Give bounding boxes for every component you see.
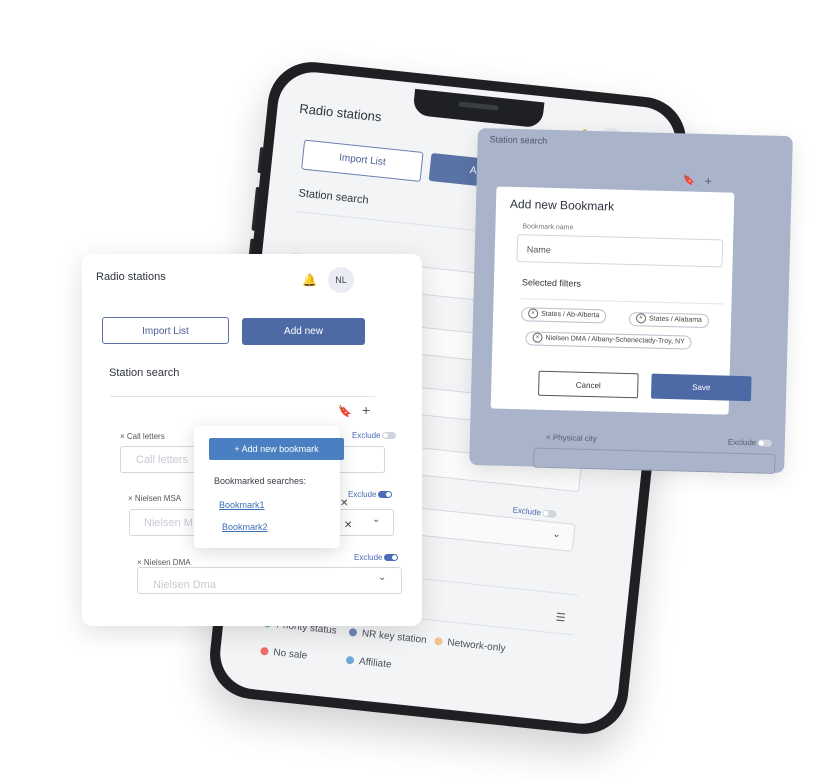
cancel-button[interactable]: Cancel [538, 370, 639, 399]
add-new-bookmark-button[interactable]: + Add new bookmark [209, 438, 344, 460]
exclude-toggle[interactable]: Exclude [512, 505, 558, 519]
field-placeholder: Call letters [136, 454, 188, 466]
bookmark-icon[interactable]: 🔖 [683, 175, 696, 186]
field-label: × Call letters [120, 432, 165, 441]
toggle-switch[interactable] [542, 509, 558, 519]
dialog-title: Add new Bookmark [509, 196, 615, 214]
close-icon[interactable]: × [635, 313, 647, 324]
field-label: × Nielsen DMA [137, 558, 191, 567]
add-new-button[interactable]: Add new [242, 318, 365, 345]
legend-item: No sale [260, 646, 308, 662]
field-placeholder: Nielsen Dma [153, 579, 216, 591]
chevron-down-icon[interactable]: ⌄ [372, 514, 380, 525]
bookmarked-searches-heading: Bookmarked searches: [214, 476, 307, 486]
exclude-label: Exclude [348, 490, 377, 499]
bookmark-name-input[interactable]: Name [516, 234, 724, 268]
legend-dot [434, 637, 443, 647]
exclude-toggle[interactable]: Exclude [354, 553, 399, 562]
import-list-button[interactable]: Import List [301, 139, 424, 182]
save-button[interactable]: Save [650, 373, 752, 402]
exclude-label: Exclude [727, 437, 757, 448]
phone-app-title: Radio stations [298, 100, 383, 125]
filter-chip[interactable]: × Nielsen DMA / Albany-Schenectady-Troy, … [525, 331, 692, 350]
station-search-title: Station search [297, 187, 370, 207]
station-search-card: Radio stations 🔔 NL Import List Add new … [82, 254, 422, 626]
bookmark-link[interactable]: Bookmark1 [219, 500, 265, 510]
bookmark-dropdown: + Add new bookmark Bookmarked searches: … [194, 426, 352, 548]
panel-title: Station search [489, 134, 548, 146]
bookmark-dialog-panel: Station search 🔖 + × Physical city Exclu… [469, 128, 793, 474]
toggle-switch[interactable] [384, 554, 399, 562]
bookmark-link[interactable]: Bookmark2 [222, 522, 268, 532]
phone-notch [412, 88, 545, 129]
exclude-toggle[interactable]: Exclude [728, 438, 773, 448]
add-bookmark-dialog: Add new Bookmark Bookmark name Name Sele… [490, 186, 752, 415]
chevron-down-icon[interactable]: ⌄ [552, 529, 561, 541]
selected-filters-label: Selected filters [521, 277, 582, 289]
bookmark-icon[interactable]: 🔖 [338, 405, 352, 418]
legend-dot [345, 656, 355, 665]
filter-chip[interactable]: × States / Ab-Alberta [520, 307, 607, 324]
close-icon[interactable]: ✕ [340, 498, 348, 509]
filter-icon[interactable]: ☰ [555, 610, 566, 624]
import-list-button[interactable]: Import List [102, 317, 229, 344]
field-label: × Nielsen MSA [128, 494, 182, 503]
close-icon[interactable]: × [532, 332, 543, 343]
toggle-switch[interactable] [382, 432, 397, 440]
exclude-label: Exclude [354, 553, 383, 562]
toggle-switch[interactable] [758, 439, 773, 448]
bookmark-name-label: Bookmark name [522, 223, 574, 232]
divider [520, 298, 724, 305]
station-search-title: Station search [109, 367, 180, 379]
plus-icon[interactable]: + [705, 174, 712, 188]
close-icon[interactable]: ✕ [344, 520, 352, 531]
filter-chip[interactable]: × States / Alabama [628, 312, 710, 329]
close-icon[interactable]: × [528, 308, 539, 319]
legend-dot [260, 647, 269, 656]
exclude-label: Exclude [512, 505, 542, 518]
legend-item: Affiliate [345, 655, 392, 671]
legend-dot [348, 628, 358, 638]
avatar[interactable]: NL [328, 267, 354, 293]
chevron-down-icon[interactable]: ⌄ [378, 572, 386, 583]
toggle-switch[interactable] [378, 491, 393, 499]
field-label: × Physical city [545, 432, 597, 444]
exclude-label: Exclude [352, 431, 381, 440]
legend-item: NR key station [348, 627, 427, 646]
bell-icon[interactable]: 🔔 [302, 273, 317, 287]
legend-item: Network-only [434, 636, 506, 654]
exclude-toggle[interactable]: Exclude [348, 490, 393, 499]
plus-icon[interactable]: + [362, 402, 370, 418]
app-title: Radio stations [96, 271, 166, 283]
divider [110, 396, 375, 397]
exclude-toggle[interactable]: Exclude [352, 431, 397, 440]
